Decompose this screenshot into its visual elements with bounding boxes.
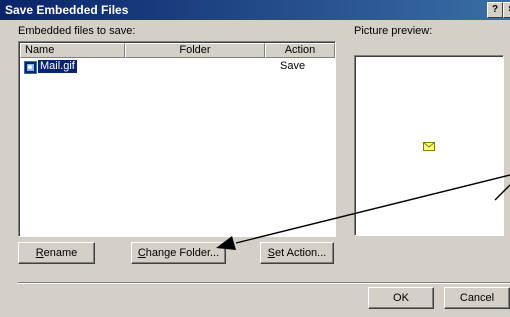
annotation-arrow — [216, 174, 510, 250]
